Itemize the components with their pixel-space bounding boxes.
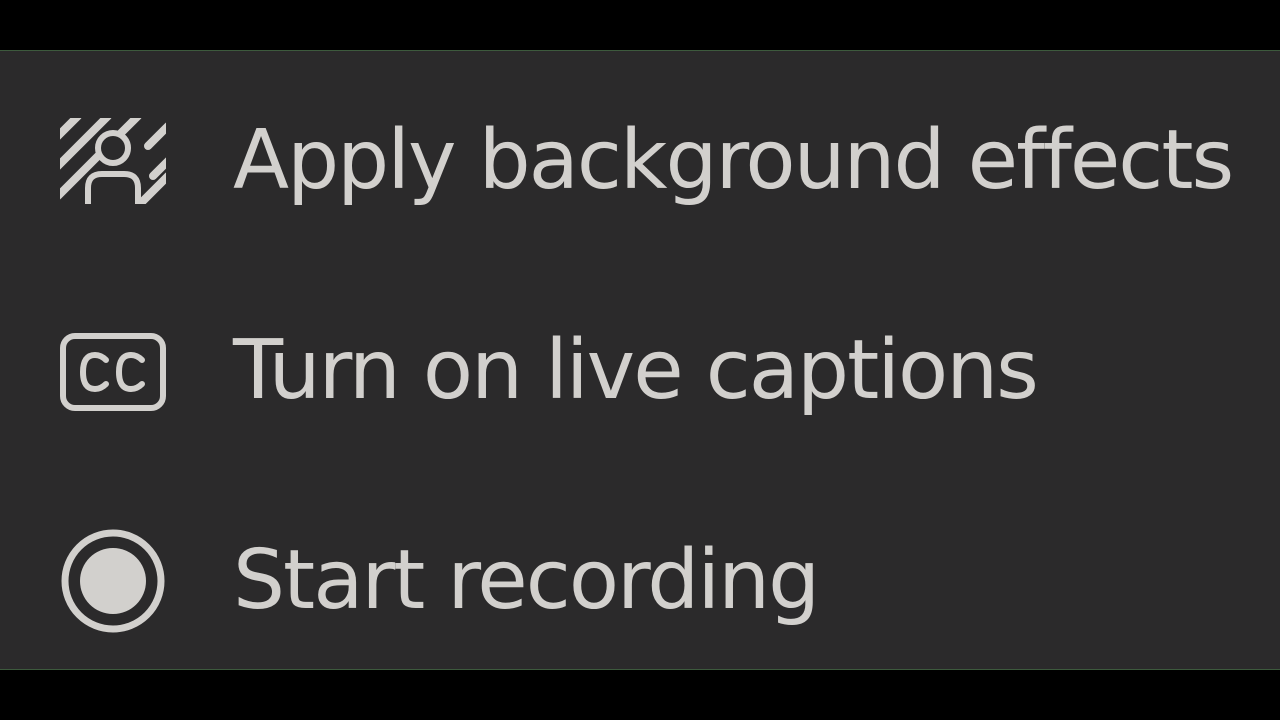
record-icon (58, 529, 168, 633)
background-effects-icon (58, 116, 168, 206)
menu-item-label: Start recording (233, 533, 820, 628)
menu-item-label: Apply background effects (233, 113, 1234, 208)
menu-item-label: Turn on live captions (233, 323, 1039, 418)
menu-item-start-recording[interactable]: Start recording (0, 506, 1280, 656)
more-actions-menu: Apply background effects Turn on live ca… (0, 50, 1280, 670)
closed-captions-icon (58, 326, 168, 416)
menu-item-turn-on-live-captions[interactable]: Turn on live captions (0, 296, 1280, 446)
menu-item-apply-background-effects[interactable]: Apply background effects (0, 86, 1280, 236)
